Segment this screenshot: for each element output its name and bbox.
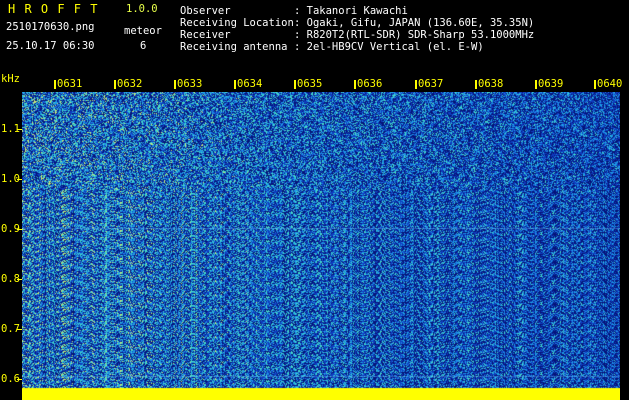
time-tick-mark xyxy=(174,80,176,89)
event-label: meteor xyxy=(124,25,162,37)
observer-value: : Takanori Kawachi xyxy=(294,5,408,17)
spectrogram xyxy=(22,92,620,400)
observer-label: Observer xyxy=(180,5,231,17)
time-tick-mark xyxy=(234,80,236,89)
time-tick-mark xyxy=(354,80,356,89)
time-tick-mark xyxy=(294,80,296,89)
location-label: Receiving Location xyxy=(180,17,294,29)
event-count: 6 xyxy=(140,40,147,52)
time-tick-mark xyxy=(475,80,477,89)
time-tick-label: 0632 xyxy=(117,78,143,90)
antenna-label: Receiving antenna xyxy=(180,41,288,53)
time-tick-mark xyxy=(535,80,537,89)
timestamp: 25.10.17 06:30 xyxy=(6,40,95,52)
time-tick-mark xyxy=(54,80,56,89)
time-tick-label: 0631 xyxy=(57,78,83,90)
receiver-label: Receiver xyxy=(180,29,231,41)
time-tick-mark xyxy=(415,80,417,89)
antenna-value: : 2el-HB9CV Vertical (el. E-W) xyxy=(294,41,484,53)
time-tick-label: 0633 xyxy=(177,78,203,90)
filename: 2510170630.png xyxy=(6,21,95,33)
time-tick-label: 0636 xyxy=(357,78,383,90)
time-tick-label: 0637 xyxy=(418,78,444,90)
frequency-axis: 1.1 1.0 0.9 0.8 0.7 0.6 xyxy=(0,70,22,400)
time-tick-mark xyxy=(114,80,116,89)
right-margin xyxy=(620,92,629,400)
header: H R O F F T 1.0.0 2510170630.png meteor … xyxy=(0,0,629,74)
receiver-value: : R820T2(RTL-SDR) SDR-Sharp 53.1000MHz xyxy=(294,29,535,41)
time-tick-label: 0638 xyxy=(478,78,504,90)
app-version: 1.0.0 xyxy=(126,3,158,15)
time-tick-label: 0640 xyxy=(597,78,623,90)
time-tick-label: 0639 xyxy=(538,78,564,90)
time-tick-label: 0635 xyxy=(297,78,323,90)
time-tick-label: 0634 xyxy=(237,78,263,90)
app-name: H R O F F T xyxy=(8,2,99,16)
location-value: : Ogaki, Gifu, JAPAN (136.60E, 35.35N) xyxy=(294,17,535,29)
time-tick-mark xyxy=(594,80,596,89)
